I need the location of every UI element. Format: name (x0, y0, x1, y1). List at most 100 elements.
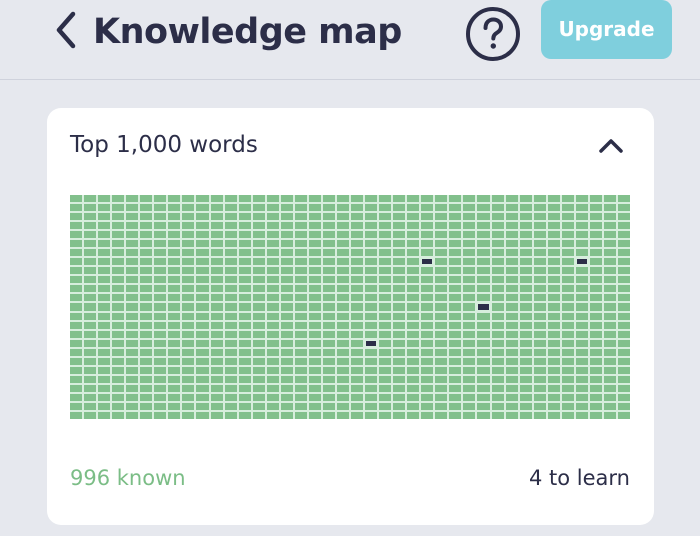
known-word-cell (70, 267, 83, 275)
known-word-cell (238, 276, 251, 284)
known-word-cell (379, 393, 392, 401)
known-word-cell (154, 285, 167, 293)
known-word-cell (491, 411, 504, 419)
known-word-cell (617, 393, 630, 401)
known-word-cell (407, 258, 420, 266)
known-word-cell (449, 312, 462, 320)
known-word-cell (491, 285, 504, 293)
known-word-cell (238, 258, 251, 266)
known-word-cell (547, 294, 560, 302)
known-word-cell (308, 366, 321, 374)
known-word-cell (491, 330, 504, 338)
known-word-cell (603, 357, 616, 365)
known-word-cell (252, 267, 265, 275)
known-word-cell (449, 276, 462, 284)
known-word-cell (224, 312, 237, 320)
known-word-cell (182, 321, 195, 329)
known-word-cell (140, 339, 153, 347)
known-word-cell (140, 204, 153, 212)
known-word-cell (533, 249, 546, 257)
known-word-cell (435, 393, 448, 401)
known-word-cell (280, 357, 293, 365)
known-word-cell (477, 366, 490, 374)
page-title: Knowledge map (93, 12, 402, 52)
known-word-cell (463, 411, 476, 419)
known-word-cell (84, 294, 97, 302)
question-circle-icon (466, 7, 520, 61)
known-word-cell (140, 276, 153, 284)
known-word-cell (407, 285, 420, 293)
known-word-cell (238, 339, 251, 347)
known-word-cell (603, 213, 616, 221)
known-word-cell (84, 276, 97, 284)
known-word-cell (463, 384, 476, 392)
known-word-cell (140, 366, 153, 374)
known-word-cell (98, 294, 111, 302)
known-word-cell (603, 312, 616, 320)
known-word-cell (351, 276, 364, 284)
known-word-cell (266, 321, 279, 329)
known-word-cell (224, 411, 237, 419)
back-button[interactable] (48, 6, 84, 54)
known-word-cell (308, 294, 321, 302)
known-word-cell (379, 330, 392, 338)
known-word-cell (421, 411, 434, 419)
help-button[interactable] (465, 6, 521, 62)
known-word-cell (308, 384, 321, 392)
known-word-cell (182, 294, 195, 302)
known-word-cell (154, 195, 167, 203)
known-word-cell (449, 204, 462, 212)
known-word-cell (393, 357, 406, 365)
known-word-cell (463, 357, 476, 365)
card-header-toggle[interactable]: Top 1,000 words (47, 108, 654, 184)
known-word-cell (463, 366, 476, 374)
known-word-cell (505, 402, 518, 410)
known-word-cell (519, 267, 532, 275)
known-word-cell (154, 366, 167, 374)
known-word-cell (351, 213, 364, 221)
known-word-cell (266, 303, 279, 311)
known-word-cell (84, 213, 97, 221)
known-word-cell (168, 357, 181, 365)
upgrade-button[interactable]: Upgrade (541, 0, 672, 59)
known-word-cell (266, 393, 279, 401)
known-word-cell (140, 357, 153, 365)
known-word-cell (238, 321, 251, 329)
known-word-cell (224, 276, 237, 284)
unknown-word-cell (576, 259, 587, 265)
known-word-cell (519, 393, 532, 401)
known-word-cell (505, 375, 518, 383)
known-word-cell (617, 384, 630, 392)
known-word-cell (112, 384, 125, 392)
known-word-cell (393, 312, 406, 320)
known-word-cell (196, 303, 209, 311)
known-word-cell (617, 303, 630, 311)
known-word-cell (280, 348, 293, 356)
known-word-cell (407, 249, 420, 257)
known-word-cell (463, 276, 476, 284)
known-word-cell (351, 330, 364, 338)
known-word-cell (379, 339, 392, 347)
known-word-cell (547, 312, 560, 320)
known-word-cell (463, 330, 476, 338)
known-word-cell (112, 402, 125, 410)
known-word-cell (322, 204, 335, 212)
known-word-cell (266, 357, 279, 365)
known-word-cell (294, 312, 307, 320)
known-word-cell (210, 249, 223, 257)
known-word-cell (477, 240, 490, 248)
known-word-cell (322, 357, 335, 365)
known-word-cell (421, 402, 434, 410)
known-word-cell (252, 222, 265, 230)
known-word-cell (98, 249, 111, 257)
known-word-cell (449, 357, 462, 365)
known-word-cell (98, 384, 111, 392)
known-word-cell (477, 384, 490, 392)
known-word-cell (589, 222, 602, 230)
known-word-cell (561, 258, 574, 266)
known-word-cell (547, 231, 560, 239)
known-word-cell (421, 330, 434, 338)
known-word-cell (617, 204, 630, 212)
known-word-cell (561, 393, 574, 401)
known-word-cell (491, 195, 504, 203)
